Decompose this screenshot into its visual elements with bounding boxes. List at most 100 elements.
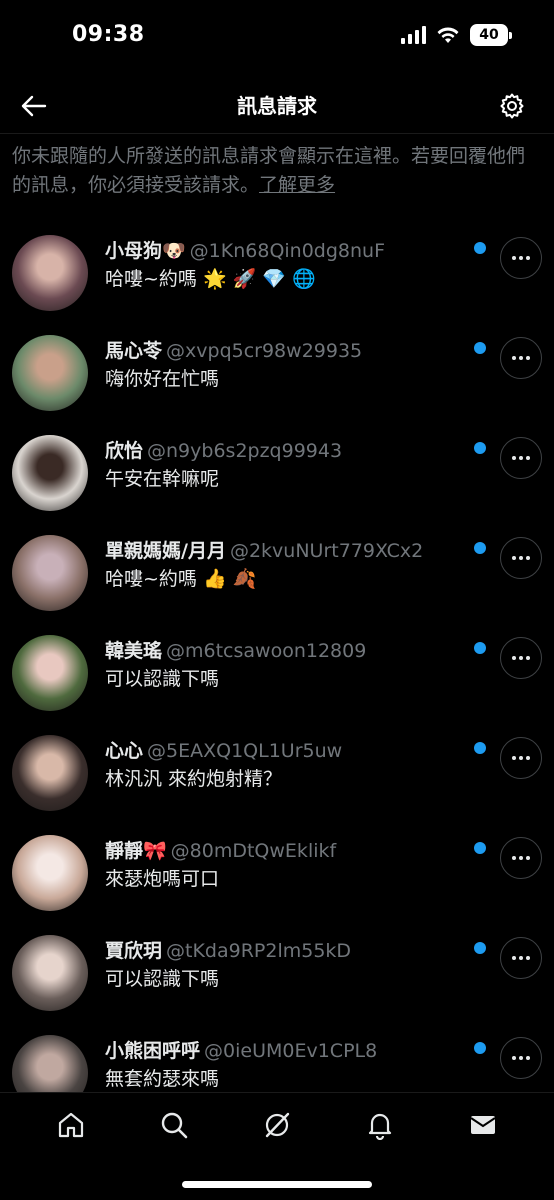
more-dots-icon (512, 456, 530, 460)
sender-name[interactable]: 賈欣玥 (105, 940, 162, 962)
message-preview: 哈嘍~約嗎 🌟 🚀 💎 🌐 (105, 268, 316, 290)
status-bar: 09:38 40 (0, 0, 554, 72)
sender-line: 心心 @5EAXQ1QL1Ur5uw (105, 736, 465, 763)
sender-handle: @n9yb6s2pzq99943 (147, 440, 343, 462)
sender-line: 賈欣玥 @tKda9RP2lm55kD (105, 936, 465, 963)
more-dots-icon (512, 556, 530, 560)
request-row[interactable]: 賈欣玥 @tKda9RP2lm55kD 可以認識下嗎 (0, 922, 554, 1022)
more-options-button[interactable] (500, 1037, 542, 1079)
sender-handle: @0ieUM0Ev1CPL8 (204, 1040, 378, 1062)
tab-notifications[interactable] (352, 1101, 408, 1149)
message-preview: 可以認識下嗎 (105, 968, 220, 990)
unread-indicator (474, 742, 486, 754)
message-preview: 午安在幹嘛呢 (105, 468, 220, 490)
sender-name[interactable]: 單親媽媽/月月 (105, 540, 226, 562)
message-preview: 哈嘍~約嗎 👍 🍂 (105, 568, 257, 590)
request-row[interactable]: 馬心苓 @xvpq5cr98w29935 嗨你好在忙嗎 (0, 322, 554, 422)
sender-handle: @5EAXQ1QL1Ur5uw (147, 740, 343, 762)
sender-line: 小母狗🐶 @1Kn68Qin0dg8nuF (105, 236, 465, 263)
envelope-icon (470, 1116, 496, 1134)
tab-home[interactable] (43, 1101, 99, 1149)
sender-line: 韓美瑤 @m6tcsawoon12809 (105, 636, 465, 663)
more-dots-icon (512, 656, 530, 660)
sender-handle: @2kvuNUrt779XCx2 (229, 540, 424, 562)
status-icons: 40 (401, 24, 512, 46)
tab-grok[interactable] (249, 1101, 305, 1149)
more-dots-icon (512, 956, 530, 960)
request-row[interactable]: 韓美瑤 @m6tcsawoon12809 可以認識下嗎 (0, 622, 554, 722)
more-dots-icon (512, 1056, 530, 1060)
page-title: 訊息請求 (237, 94, 317, 118)
avatar[interactable] (12, 635, 88, 711)
tab-search[interactable] (146, 1101, 202, 1149)
sender-handle: @tKda9RP2lm55kD (166, 940, 352, 962)
more-options-button[interactable] (500, 637, 542, 679)
unread-indicator (474, 342, 486, 354)
message-preview: 來瑟炮嗎可口 (105, 868, 220, 890)
more-options-button[interactable] (500, 537, 542, 579)
tab-bar (0, 1092, 554, 1200)
message-preview: 林汎汎 來約炮射精？ (105, 768, 283, 790)
sender-name[interactable]: 小熊困呼呼 (105, 1040, 200, 1062)
sender-handle: @xvpq5cr98w29935 (166, 340, 363, 362)
request-row[interactable]: 小母狗🐶 @1Kn68Qin0dg8nuF 哈嘍~約嗎 🌟 🚀 💎 🌐 (0, 222, 554, 322)
avatar[interactable] (12, 835, 88, 911)
sender-handle: @m6tcsawoon12809 (166, 640, 367, 662)
message-request-list: 小母狗🐶 @1Kn68Qin0dg8nuF 哈嘍~約嗎 🌟 🚀 💎 🌐 馬心苓 @x… (0, 222, 554, 1122)
unread-indicator (474, 842, 486, 854)
requests-notice: 你未跟隨的人所發送的訊息請求會顯示在這裡。若要回覆他們的訊息，你必須接受該請求。… (12, 142, 542, 200)
message-preview: 嗨你好在忙嗎 (105, 368, 220, 390)
request-row[interactable]: 欣怡 @n9yb6s2pzq99943 午安在幹嘛呢 (0, 422, 554, 522)
avatar[interactable] (12, 735, 88, 811)
cellular-signal-icon (401, 26, 426, 44)
home-indicator (182, 1181, 372, 1188)
unread-indicator (474, 642, 486, 654)
sender-line: 欣怡 @n9yb6s2pzq99943 (105, 436, 465, 463)
battery-indicator: 40 (470, 24, 512, 46)
sender-name[interactable]: 小母狗🐶 (105, 240, 186, 262)
more-dots-icon (512, 356, 530, 360)
sender-handle: @1Kn68Qin0dg8nuF (189, 240, 386, 262)
sender-line: 靜靜🎀 @80mDtQwEklikf (105, 836, 465, 863)
sender-name[interactable]: 欣怡 (105, 440, 143, 462)
avatar[interactable] (12, 435, 88, 511)
more-options-button[interactable] (500, 437, 542, 479)
header: 訊息請求 (0, 78, 554, 134)
more-options-button[interactable] (500, 837, 542, 879)
more-options-button[interactable] (500, 337, 542, 379)
status-time: 09:38 (72, 22, 145, 47)
sender-name[interactable]: 韓美瑤 (105, 640, 162, 662)
sender-name[interactable]: 馬心苓 (105, 340, 162, 362)
sender-handle: @80mDtQwEklikf (170, 840, 337, 862)
unread-indicator (474, 542, 486, 554)
unread-indicator (474, 242, 486, 254)
request-row[interactable]: 心心 @5EAXQ1QL1Ur5uw 林汎汎 來約炮射精？ (0, 722, 554, 822)
more-options-button[interactable] (500, 937, 542, 979)
sender-name[interactable]: 心心 (105, 740, 143, 762)
unread-indicator (474, 1042, 486, 1054)
more-options-button[interactable] (500, 237, 542, 279)
more-options-button[interactable] (500, 737, 542, 779)
tab-messages[interactable] (455, 1101, 511, 1149)
avatar[interactable] (12, 535, 88, 611)
sender-line: 單親媽媽/月月 @2kvuNUrt779XCx2 (105, 536, 465, 563)
avatar[interactable] (12, 335, 88, 411)
learn-more-link[interactable]: 了解更多 (259, 174, 335, 196)
sender-name[interactable]: 靜靜🎀 (105, 840, 167, 862)
request-row[interactable]: 靜靜🎀 @80mDtQwEklikf 來瑟炮嗎可口 (0, 822, 554, 922)
wifi-icon (437, 27, 459, 43)
settings-button[interactable] (496, 90, 528, 122)
search-icon (161, 1112, 188, 1139)
request-row[interactable]: 單親媽媽/月月 @2kvuNUrt779XCx2 哈嘍~約嗎 👍 🍂 (0, 522, 554, 622)
grok-icon (265, 1112, 290, 1138)
more-dots-icon (512, 756, 530, 760)
gear-icon (500, 93, 524, 119)
message-preview: 可以認識下嗎 (105, 668, 220, 690)
avatar[interactable] (12, 935, 88, 1011)
unread-indicator (474, 942, 486, 954)
bell-icon (368, 1113, 391, 1140)
avatar[interactable] (12, 235, 88, 311)
sender-line: 小熊困呼呼 @0ieUM0Ev1CPL8 (105, 1036, 465, 1063)
more-dots-icon (512, 856, 530, 860)
sender-line: 馬心苓 @xvpq5cr98w29935 (105, 336, 465, 363)
